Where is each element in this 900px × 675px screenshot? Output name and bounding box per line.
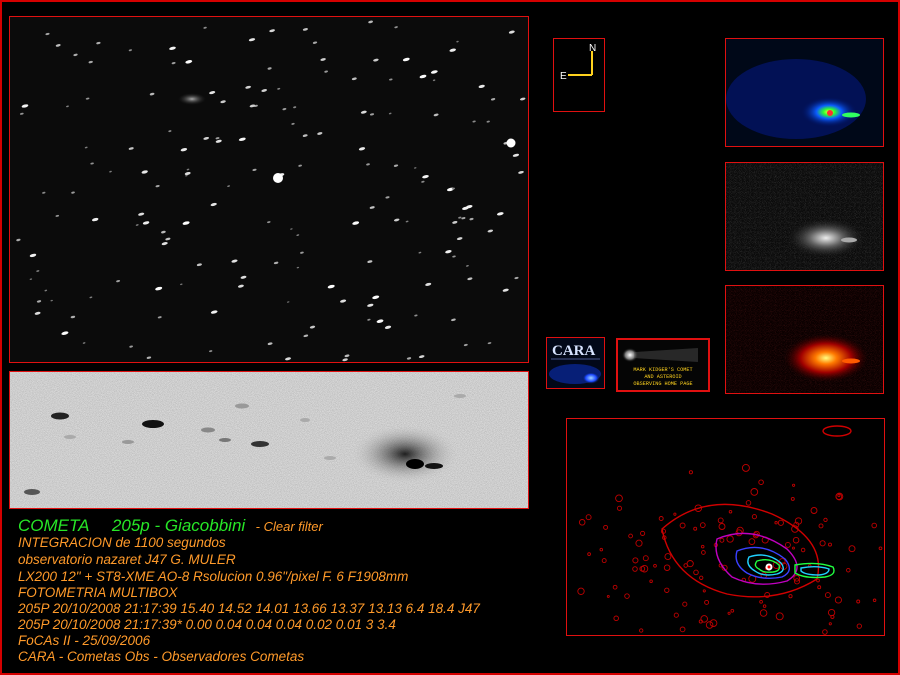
star-streak xyxy=(300,418,310,422)
info-line-equipment: LX200 12" + ST8-XME AO-8 Rsolucion 0.96"… xyxy=(18,569,409,584)
bright-star xyxy=(273,173,283,183)
comet-name: 205p - Giacobbini xyxy=(111,516,246,535)
object-label: COMETA xyxy=(18,516,90,535)
star-streak xyxy=(51,412,69,420)
info-line-photometry-magnitudes: 205P 20/10/2008 21:17:39 15.40 14.52 14.… xyxy=(18,601,480,616)
blue-falsecolor-thumbnail xyxy=(725,38,884,147)
star-streak xyxy=(142,420,164,428)
star-streak xyxy=(24,489,40,495)
info-line-integration: INTEGRACION de 1100 segundos xyxy=(18,535,226,550)
star-streak xyxy=(64,435,76,439)
filter-label: - Clear filter xyxy=(255,519,323,534)
info-line-credits: CARA - Cometas Obs - Observadores Cometa… xyxy=(18,649,305,664)
info-line-observatory: observatorio nazaret J47 G. MULER xyxy=(18,552,236,567)
cara-logo-text: CARA xyxy=(552,343,595,359)
starfield-image xyxy=(9,16,529,363)
info-line-software: FoCAs II - 25/09/2006 xyxy=(18,633,151,648)
isophote-contour-map xyxy=(566,418,885,636)
star-streak xyxy=(454,394,466,398)
star-streak xyxy=(122,440,134,444)
kidger-banner-line2: AND ASTEROID xyxy=(644,374,681,380)
comet-nucleus xyxy=(406,459,424,469)
kidger-banner-image: MARK KIDGER'S COMET AND ASTEROID OBSERVI… xyxy=(618,340,708,390)
star-streak xyxy=(324,456,336,460)
red-falsecolor-thumbnail xyxy=(725,285,884,394)
kidger-banner-line1: MARK KIDGER'S COMET xyxy=(633,367,692,373)
cara-logo-link[interactable]: CARA xyxy=(546,337,605,389)
bright-star xyxy=(506,138,516,148)
kidger-banner-line3: OBSERVING HOME PAGE xyxy=(633,381,692,387)
star-streak xyxy=(201,427,215,433)
cara-logo: CARA xyxy=(547,338,604,388)
grey-thumbnail xyxy=(725,162,884,271)
info-line-photometry-errors: 205P 20/10/2008 21:17:39* 0.00 0.04 0.04… xyxy=(18,617,396,632)
info-line-photometry-title: FOTOMETRIA MULTIBOX xyxy=(18,585,178,600)
star-streak xyxy=(251,441,269,447)
compass-box: N E xyxy=(553,38,605,112)
star-streak xyxy=(235,403,249,409)
starfield-canvas xyxy=(10,17,528,362)
negative-image xyxy=(9,371,529,509)
title-row: COMETA 205p - Giacobbini - Clear filter xyxy=(18,516,323,536)
negative-canvas xyxy=(10,372,528,508)
star-streak xyxy=(219,438,231,442)
compass-east: E xyxy=(560,71,567,82)
kidger-homepage-banner[interactable]: MARK KIDGER'S COMET AND ASTEROID OBSERVI… xyxy=(616,338,710,392)
compass-north: N xyxy=(589,43,596,54)
comet-glow xyxy=(178,93,206,105)
